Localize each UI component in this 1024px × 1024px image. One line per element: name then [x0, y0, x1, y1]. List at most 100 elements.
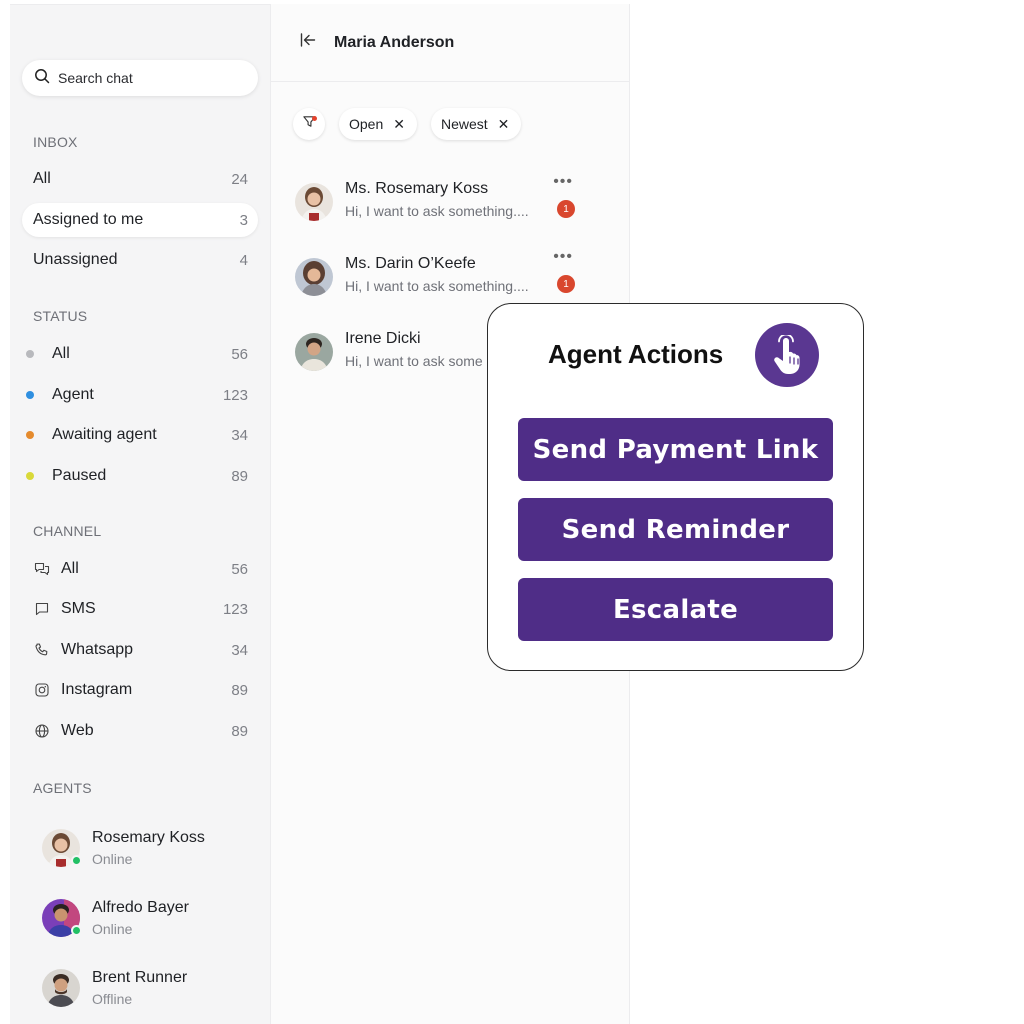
inbox-item-unassigned[interactable]: Unassigned 4	[22, 243, 258, 277]
panel-header: Maria Anderson	[271, 4, 629, 82]
channel-item-all[interactable]: All 56	[22, 552, 258, 586]
status-item-label: Awaiting agent	[52, 426, 157, 443]
agent-status: Offline	[92, 991, 133, 1007]
avatar	[295, 333, 333, 371]
agents-section-title: AGENTS	[33, 780, 92, 796]
channel-item-count: 123	[222, 600, 248, 618]
inbox-item-count: 24	[231, 170, 248, 188]
agent-name: Rosemary Koss	[92, 829, 205, 846]
more-options-icon[interactable]: •••	[553, 248, 573, 266]
conversation-item[interactable]: Ms. Darin O’Keefe Hi, I want to ask some…	[295, 248, 595, 305]
status-item-count: 56	[231, 345, 248, 363]
filter-chip-open[interactable]: Open ✕	[339, 108, 417, 140]
conversation-preview: Hi, I want to ask something....	[345, 203, 529, 219]
inbox-item-count: 3	[239, 211, 248, 229]
channel-item-label: All	[61, 560, 79, 577]
agent-actions-title: Agent Actions	[548, 339, 724, 369]
more-options-icon[interactable]: •••	[553, 173, 573, 191]
agent-item[interactable]: Brent Runner Offline	[42, 963, 262, 1013]
hand-pointer-icon	[755, 323, 819, 387]
conversation-preview: Hi, I want to ask something....	[345, 278, 529, 294]
status-dot	[26, 391, 34, 399]
channel-item-sms[interactable]: SMS 123	[22, 592, 258, 626]
unread-badge: 1	[557, 275, 575, 293]
inbox-item-all[interactable]: All 24	[22, 162, 258, 196]
conversation-item[interactable]: Ms. Rosemary Koss Hi, I want to ask some…	[295, 173, 595, 230]
avatar	[295, 183, 333, 221]
status-item-awaiting-agent[interactable]: Awaiting agent 34	[22, 418, 258, 452]
inbox-item-label: Assigned to me	[33, 211, 144, 228]
filter-bar: Open ✕ Newest ✕	[293, 108, 535, 140]
channel-section-title: CHANNEL	[33, 523, 102, 539]
conversation-name: Irene Dicki	[345, 330, 421, 347]
status-item-all[interactable]: All 56	[22, 337, 258, 371]
agent-item[interactable]: Alfredo Bayer Online	[42, 893, 262, 943]
conversation-name: Ms. Rosemary Koss	[345, 180, 489, 197]
status-dot	[26, 472, 34, 480]
avatar	[42, 829, 82, 867]
chat-bubbles-icon	[33, 560, 51, 578]
agent-name: Alfredo Bayer	[92, 899, 189, 916]
status-item-label: Paused	[52, 467, 107, 484]
message-icon	[33, 600, 51, 618]
unread-badge: 1	[557, 200, 575, 218]
status-dot	[26, 350, 34, 358]
inbox-item-label: All	[33, 170, 51, 187]
channel-item-web[interactable]: Web 89	[22, 714, 258, 748]
status-item-paused[interactable]: Paused 89	[22, 459, 258, 493]
status-item-count: 34	[231, 426, 248, 444]
status-item-count: 89	[231, 467, 248, 485]
sidebar: Search chat INBOX All 24 Assigned to me …	[10, 4, 270, 1024]
send-payment-link-button[interactable]: Send Payment Link	[518, 418, 833, 481]
search-icon	[34, 68, 58, 89]
search-placeholder: Search chat	[58, 70, 133, 86]
filter-chip-newest[interactable]: Newest ✕	[430, 108, 522, 140]
online-indicator	[71, 855, 82, 866]
avatar	[42, 969, 80, 1007]
collapse-left-icon[interactable]	[299, 31, 334, 54]
conversation-preview: Hi, I want to ask some	[345, 353, 483, 369]
close-icon[interactable]: ✕	[498, 116, 510, 133]
online-indicator	[71, 925, 82, 936]
conversation-name: Ms. Darin O’Keefe	[345, 255, 476, 272]
search-input[interactable]: Search chat	[22, 60, 258, 96]
phone-icon	[33, 641, 51, 659]
channel-item-label: Whatsapp	[61, 641, 134, 658]
agent-status: Online	[92, 921, 133, 937]
channel-item-whatsapp[interactable]: Whatsapp 34	[22, 633, 258, 667]
channel-item-count: 89	[231, 722, 248, 740]
inbox-item-assigned-to-me[interactable]: Assigned to me 3	[22, 203, 258, 237]
filter-button[interactable]	[293, 108, 325, 140]
close-icon[interactable]: ✕	[393, 116, 405, 133]
filter-active-dot	[312, 116, 317, 121]
instagram-icon	[33, 681, 51, 699]
inbox-item-label: Unassigned	[33, 251, 118, 268]
status-item-label: All	[52, 345, 70, 362]
inbox-section-title: INBOX	[33, 134, 78, 150]
avatar	[295, 258, 333, 296]
agent-actions-card: Agent Actions Send Payment Link Send Rem…	[487, 303, 864, 671]
status-section-title: STATUS	[33, 308, 88, 324]
inbox-item-count: 4	[239, 251, 248, 269]
channel-item-label: Instagram	[61, 681, 133, 698]
channel-item-count: 56	[231, 560, 248, 578]
agent-name: Brent Runner	[92, 969, 188, 986]
filter-chip-label: Newest	[440, 116, 488, 132]
page-title: Maria Anderson	[334, 33, 455, 51]
globe-icon	[33, 722, 51, 740]
status-item-agent[interactable]: Agent 123	[22, 378, 258, 412]
agent-status: Online	[92, 851, 133, 867]
channel-item-count: 89	[231, 681, 248, 699]
status-item-count: 123	[222, 386, 248, 404]
status-item-label: Agent	[52, 386, 94, 403]
channel-item-count: 34	[231, 641, 248, 659]
avatar	[42, 899, 82, 937]
status-dot	[26, 431, 34, 439]
channel-item-label: SMS	[61, 600, 96, 617]
filter-chip-label: Open	[349, 116, 384, 132]
channel-item-label: Web	[61, 722, 94, 739]
channel-item-instagram[interactable]: Instagram 89	[22, 673, 258, 707]
agent-item[interactable]: Rosemary Koss Online	[42, 823, 262, 873]
escalate-button[interactable]: Escalate	[518, 578, 833, 641]
send-reminder-button[interactable]: Send Reminder	[518, 498, 833, 561]
